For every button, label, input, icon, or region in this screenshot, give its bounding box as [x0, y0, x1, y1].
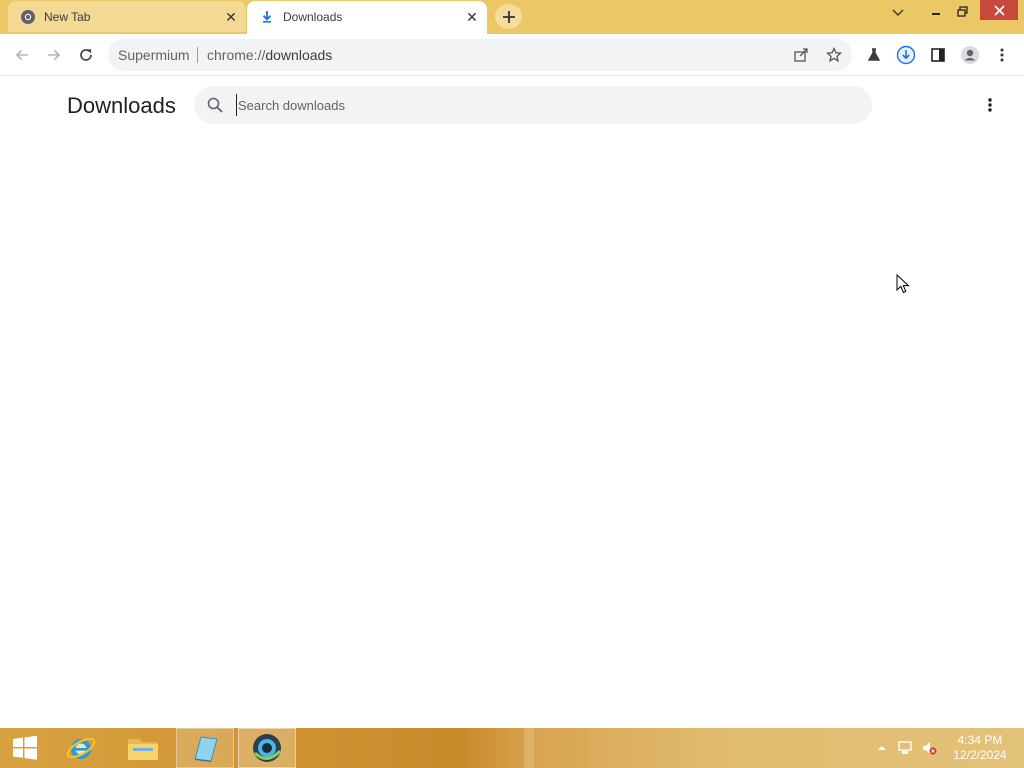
labs-button[interactable] [862, 43, 886, 67]
omnibox-divider [197, 47, 198, 63]
back-button[interactable] [10, 43, 34, 67]
page-title: Downloads [67, 93, 176, 118]
taskbar-internet-explorer[interactable] [52, 728, 110, 768]
address-bar[interactable]: Supermium chrome://downloads [108, 39, 852, 71]
forward-button[interactable] [42, 43, 66, 67]
windows-logo-icon [13, 735, 37, 760]
new-tab-button[interactable] [495, 4, 522, 29]
search-box[interactable] [194, 86, 872, 124]
mouse-pointer-icon [896, 274, 910, 294]
url-path: downloads [265, 47, 333, 63]
tab-strip: New Tab ✕ Downloads ✕ [0, 0, 1024, 34]
tab-new-tab[interactable]: New Tab ✕ [8, 1, 246, 32]
search-icon [207, 97, 223, 113]
browser-toolbar: Supermium chrome://downloads [0, 34, 1024, 76]
side-panel-icon [931, 48, 945, 62]
site-chip: Supermium [118, 47, 190, 63]
restore-button[interactable] [952, 0, 972, 22]
system-clock[interactable]: 4:34 PM 12/2/2024 [946, 733, 1014, 763]
taskbar-supermium[interactable] [238, 728, 296, 768]
taskbar-file-explorer[interactable] [114, 728, 172, 768]
close-icon [993, 4, 1005, 16]
start-button[interactable] [0, 728, 50, 768]
clock-time: 4:34 PM [957, 733, 1003, 747]
download-icon [262, 11, 272, 23]
close-tab-icon[interactable]: ✕ [463, 8, 481, 26]
url-scheme: chrome:// [207, 47, 266, 63]
browser-menu-button[interactable] [990, 43, 1014, 67]
search-input[interactable] [236, 94, 836, 116]
kebab-menu-icon [988, 98, 992, 112]
taskbar-divider [524, 728, 534, 768]
downloads-menu-button[interactable] [980, 95, 1000, 115]
arrow-right-icon [48, 49, 61, 61]
taskbar: 4:34 PM 12/2/2024 [0, 728, 1024, 768]
clock-date: 12/2/2024 [953, 748, 1007, 762]
reload-button[interactable] [74, 43, 98, 67]
download-circle-icon [896, 45, 916, 65]
share-icon[interactable] [791, 45, 811, 65]
chevron-down-icon [892, 9, 904, 16]
tab-title: Downloads [283, 10, 343, 24]
chrome-icon [21, 10, 35, 24]
arrow-left-icon [15, 49, 28, 61]
volume-tray-icon[interactable] [921, 740, 937, 756]
tab-search-button[interactable] [886, 2, 910, 24]
folder-icon [128, 739, 158, 760]
reload-icon [80, 49, 92, 61]
tab-title: New Tab [44, 10, 91, 24]
plus-icon [502, 10, 515, 23]
chevron-up-icon [878, 746, 886, 750]
url-text: chrome://downloads [207, 47, 332, 63]
notepad-icon [194, 736, 218, 762]
side-panel-button[interactable] [926, 43, 950, 67]
supermium-browser-icon [253, 734, 282, 762]
flask-icon [867, 48, 881, 61]
close-window-button[interactable] [980, 0, 1018, 20]
minimize-button[interactable] [926, 0, 946, 22]
speaker-muted-icon [923, 742, 937, 755]
network-tray-icon[interactable] [897, 740, 913, 756]
show-hidden-icons-button[interactable] [874, 740, 890, 756]
avatar-icon [961, 46, 979, 64]
network-icon [898, 741, 912, 754]
restore-icon [956, 5, 968, 17]
tab-downloads[interactable]: Downloads ✕ [247, 1, 487, 34]
bookmark-star-icon[interactable] [824, 45, 844, 65]
downloads-header: Downloads [0, 77, 1024, 133]
downloads-toolbar-button[interactable] [894, 43, 918, 67]
minimize-icon [932, 13, 940, 15]
close-tab-icon[interactable]: ✕ [222, 8, 240, 26]
profile-button[interactable] [958, 43, 982, 67]
taskbar-notes-app[interactable] [176, 728, 234, 768]
kebab-menu-icon [1000, 48, 1004, 62]
internet-explorer-icon [66, 737, 96, 759]
